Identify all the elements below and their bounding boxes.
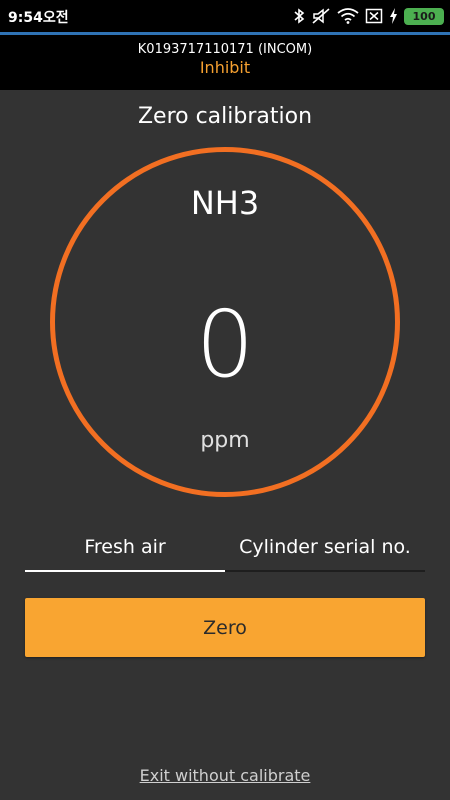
bluetooth-icon	[294, 8, 305, 24]
status-icons: 100	[293, 5, 444, 27]
gas-name: NH3	[190, 184, 260, 222]
mute-icon	[312, 8, 330, 24]
exit-without-calibrate-link[interactable]: Exit without calibrate	[0, 766, 450, 785]
tab-fresh-air[interactable]: Fresh air	[25, 527, 225, 567]
device-header: K0193717110171 (INCOM) Inhibit	[0, 35, 450, 90]
calibration-source-tabs: Fresh air Cylinder serial no.	[25, 527, 425, 573]
tab-active-indicator	[25, 570, 225, 572]
zero-button[interactable]: Zero	[25, 598, 425, 657]
battery-indicator: 100	[404, 7, 444, 25]
reading-unit: ppm	[200, 428, 250, 453]
device-status: Inhibit	[199, 58, 251, 77]
charging-icon	[390, 8, 397, 24]
sim-x-icon	[365, 8, 383, 24]
wifi-icon	[337, 8, 359, 24]
tab-inactive-indicator	[225, 570, 425, 572]
gas-reading: 0	[195, 291, 255, 398]
device-id: K0193717110171 (INCOM)	[137, 42, 313, 57]
tab-cylinder-serial-no[interactable]: Cylinder serial no.	[225, 527, 425, 567]
status-time: 9:54오전	[8, 10, 69, 26]
status-bar: 9:54오전 100	[0, 0, 450, 32]
page-title: Zero calibration	[137, 104, 313, 129]
